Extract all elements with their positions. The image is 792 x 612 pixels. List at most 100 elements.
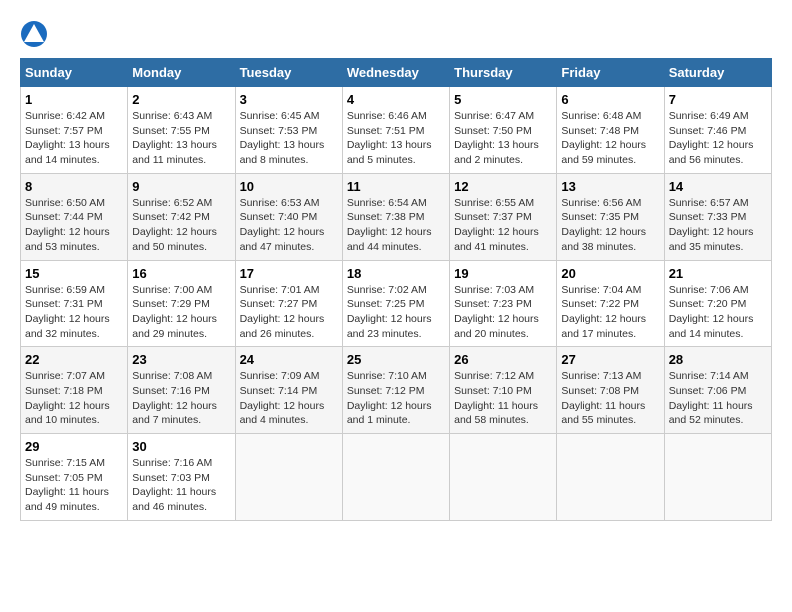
day-info: Sunrise: 6:43 AM Sunset: 7:55 PM Dayligh… — [132, 109, 230, 168]
day-number: 10 — [240, 179, 338, 194]
day-number: 20 — [561, 266, 659, 281]
day-info: Sunrise: 7:14 AM Sunset: 7:06 PM Dayligh… — [669, 369, 767, 428]
calendar-day-cell: 21 Sunrise: 7:06 AM Sunset: 7:20 PM Dayli… — [664, 260, 771, 347]
col-header-wednesday: Wednesday — [342, 59, 449, 87]
day-number: 2 — [132, 92, 230, 107]
day-number: 3 — [240, 92, 338, 107]
col-header-sunday: Sunday — [21, 59, 128, 87]
day-info: Sunrise: 6:55 AM Sunset: 7:37 PM Dayligh… — [454, 196, 552, 255]
col-header-monday: Monday — [128, 59, 235, 87]
day-info: Sunrise: 7:09 AM Sunset: 7:14 PM Dayligh… — [240, 369, 338, 428]
calendar-day-cell — [557, 434, 664, 521]
day-info: Sunrise: 6:53 AM Sunset: 7:40 PM Dayligh… — [240, 196, 338, 255]
logo — [20, 20, 50, 48]
calendar-day-cell: 22Sunrise: 7:07 AM Sunset: 7:18 PM Dayli… — [21, 347, 128, 434]
day-number: 12 — [454, 179, 552, 194]
calendar-header-row: SundayMondayTuesdayWednesdayThursdayFrid… — [21, 59, 772, 87]
calendar-week-row: 29 Sunrise: 7:15 AM Sunset: 7:05 PM Dayli… — [21, 434, 772, 521]
day-info: Sunrise: 6:45 AM Sunset: 7:53 PM Dayligh… — [240, 109, 338, 168]
calendar-day-cell: 20 Sunrise: 7:04 AM Sunset: 7:22 PM Dayli… — [557, 260, 664, 347]
day-number: 7 — [669, 92, 767, 107]
day-info: Sunrise: 7:01 AM Sunset: 7:27 PM Dayligh… — [240, 283, 338, 342]
calendar-day-cell: 30 Sunrise: 7:16 AM Sunset: 7:03 PM Dayli… — [128, 434, 235, 521]
calendar-day-cell: 12 Sunrise: 6:55 AM Sunset: 7:37 PM Dayli… — [450, 173, 557, 260]
day-info: Sunrise: 6:46 AM Sunset: 7:51 PM Dayligh… — [347, 109, 445, 168]
calendar-day-cell: 24Sunrise: 7:09 AM Sunset: 7:14 PM Dayli… — [235, 347, 342, 434]
calendar-day-cell: 26Sunrise: 7:12 AM Sunset: 7:10 PM Dayli… — [450, 347, 557, 434]
day-number: 30 — [132, 439, 230, 454]
calendar-day-cell: 18 Sunrise: 7:02 AM Sunset: 7:25 PM Dayli… — [342, 260, 449, 347]
day-info: Sunrise: 6:42 AM Sunset: 7:57 PM Dayligh… — [25, 109, 123, 168]
day-info: Sunrise: 6:56 AM Sunset: 7:35 PM Dayligh… — [561, 196, 659, 255]
day-number: 17 — [240, 266, 338, 281]
day-info: Sunrise: 7:04 AM Sunset: 7:22 PM Dayligh… — [561, 283, 659, 342]
calendar-day-cell: 3 Sunrise: 6:45 AM Sunset: 7:53 PM Daylig… — [235, 87, 342, 174]
day-info: Sunrise: 6:47 AM Sunset: 7:50 PM Dayligh… — [454, 109, 552, 168]
calendar-day-cell: 1 Sunrise: 6:42 AM Sunset: 7:57 PM Daylig… — [21, 87, 128, 174]
day-number: 1 — [25, 92, 123, 107]
calendar-day-cell: 16 Sunrise: 7:00 AM Sunset: 7:29 PM Dayli… — [128, 260, 235, 347]
day-info: Sunrise: 6:54 AM Sunset: 7:38 PM Dayligh… — [347, 196, 445, 255]
calendar-day-cell: 23 Sunrise: 7:08 AM Sunset: 7:16 PM Dayli… — [128, 347, 235, 434]
day-info: Sunrise: 7:15 AM Sunset: 7:05 PM Dayligh… — [25, 456, 123, 515]
day-number: 14 — [669, 179, 767, 194]
day-number: 28 — [669, 352, 767, 367]
calendar-day-cell: 8 Sunrise: 6:50 AM Sunset: 7:44 PM Daylig… — [21, 173, 128, 260]
day-number: 6 — [561, 92, 659, 107]
day-number: 29 — [25, 439, 123, 454]
day-number: 5 — [454, 92, 552, 107]
day-number: 21 — [669, 266, 767, 281]
calendar-day-cell: 15Sunrise: 6:59 AM Sunset: 7:31 PM Dayli… — [21, 260, 128, 347]
day-info: Sunrise: 7:02 AM Sunset: 7:25 PM Dayligh… — [347, 283, 445, 342]
calendar-day-cell: 27Sunrise: 7:13 AM Sunset: 7:08 PM Dayli… — [557, 347, 664, 434]
calendar-day-cell: 17 Sunrise: 7:01 AM Sunset: 7:27 PM Dayli… — [235, 260, 342, 347]
calendar-day-cell: 4Sunrise: 6:46 AM Sunset: 7:51 PM Daylig… — [342, 87, 449, 174]
day-info: Sunrise: 7:08 AM Sunset: 7:16 PM Dayligh… — [132, 369, 230, 428]
day-info: Sunrise: 7:13 AM Sunset: 7:08 PM Dayligh… — [561, 369, 659, 428]
day-number: 15 — [25, 266, 123, 281]
day-info: Sunrise: 7:10 AM Sunset: 7:12 PM Dayligh… — [347, 369, 445, 428]
day-info: Sunrise: 7:06 AM Sunset: 7:20 PM Dayligh… — [669, 283, 767, 342]
calendar-day-cell: 29 Sunrise: 7:15 AM Sunset: 7:05 PM Dayli… — [21, 434, 128, 521]
calendar-week-row: 8 Sunrise: 6:50 AM Sunset: 7:44 PM Daylig… — [21, 173, 772, 260]
day-number: 25 — [347, 352, 445, 367]
calendar-week-row: 22Sunrise: 7:07 AM Sunset: 7:18 PM Dayli… — [21, 347, 772, 434]
day-number: 16 — [132, 266, 230, 281]
calendar-day-cell: 19 Sunrise: 7:03 AM Sunset: 7:23 PM Dayli… — [450, 260, 557, 347]
calendar-week-row: 1 Sunrise: 6:42 AM Sunset: 7:57 PM Daylig… — [21, 87, 772, 174]
calendar-day-cell: 28 Sunrise: 7:14 AM Sunset: 7:06 PM Dayli… — [664, 347, 771, 434]
calendar-day-cell: 13Sunrise: 6:56 AM Sunset: 7:35 PM Dayli… — [557, 173, 664, 260]
calendar-table: SundayMondayTuesdayWednesdayThursdayFrid… — [20, 58, 772, 521]
calendar-day-cell: 5 Sunrise: 6:47 AM Sunset: 7:50 PM Daylig… — [450, 87, 557, 174]
day-info: Sunrise: 6:50 AM Sunset: 7:44 PM Dayligh… — [25, 196, 123, 255]
calendar-day-cell: 6 Sunrise: 6:48 AM Sunset: 7:48 PM Daylig… — [557, 87, 664, 174]
day-number: 8 — [25, 179, 123, 194]
day-number: 9 — [132, 179, 230, 194]
calendar-day-cell: 2 Sunrise: 6:43 AM Sunset: 7:55 PM Daylig… — [128, 87, 235, 174]
calendar-day-cell — [235, 434, 342, 521]
calendar-day-cell — [450, 434, 557, 521]
logo-icon — [20, 20, 48, 48]
calendar-day-cell — [664, 434, 771, 521]
day-number: 26 — [454, 352, 552, 367]
day-number: 18 — [347, 266, 445, 281]
calendar-day-cell: 14Sunrise: 6:57 AM Sunset: 7:33 PM Dayli… — [664, 173, 771, 260]
day-info: Sunrise: 7:00 AM Sunset: 7:29 PM Dayligh… — [132, 283, 230, 342]
day-number: 19 — [454, 266, 552, 281]
calendar-day-cell: 11 Sunrise: 6:54 AM Sunset: 7:38 PM Dayli… — [342, 173, 449, 260]
calendar-day-cell: 9 Sunrise: 6:52 AM Sunset: 7:42 PM Daylig… — [128, 173, 235, 260]
day-info: Sunrise: 7:03 AM Sunset: 7:23 PM Dayligh… — [454, 283, 552, 342]
calendar-week-row: 15Sunrise: 6:59 AM Sunset: 7:31 PM Dayli… — [21, 260, 772, 347]
col-header-friday: Friday — [557, 59, 664, 87]
calendar-day-cell — [342, 434, 449, 521]
day-number: 11 — [347, 179, 445, 194]
calendar-day-cell: 25 Sunrise: 7:10 AM Sunset: 7:12 PM Dayli… — [342, 347, 449, 434]
day-info: Sunrise: 7:16 AM Sunset: 7:03 PM Dayligh… — [132, 456, 230, 515]
day-number: 23 — [132, 352, 230, 367]
day-number: 22 — [25, 352, 123, 367]
calendar-day-cell: 10 Sunrise: 6:53 AM Sunset: 7:40 PM Dayli… — [235, 173, 342, 260]
calendar-day-cell: 7 Sunrise: 6:49 AM Sunset: 7:46 PM Daylig… — [664, 87, 771, 174]
day-info: Sunrise: 6:49 AM Sunset: 7:46 PM Dayligh… — [669, 109, 767, 168]
day-info: Sunrise: 6:52 AM Sunset: 7:42 PM Dayligh… — [132, 196, 230, 255]
day-info: Sunrise: 6:48 AM Sunset: 7:48 PM Dayligh… — [561, 109, 659, 168]
